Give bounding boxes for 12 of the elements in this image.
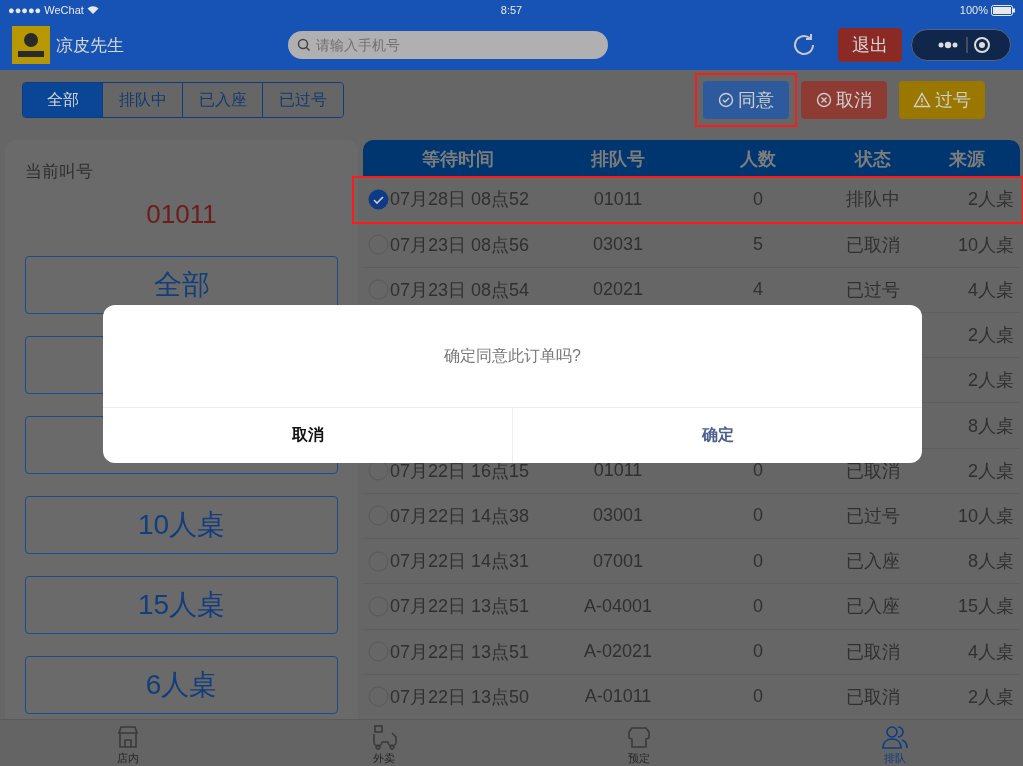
column-header: 人数 [739, 147, 777, 171]
clock-text: 8:57 [500, 4, 523, 16]
app-title: 凉皮先生 [56, 34, 125, 57]
current-call-number: 01011 [145, 199, 218, 230]
dialog-message: 确定同意此订单吗? [444, 345, 581, 366]
current-call-label: 当前叫号 [25, 161, 94, 183]
column-header: 等待时间 [421, 147, 495, 171]
column-header: 来源 [947, 147, 986, 171]
column-header: 排队号 [590, 147, 646, 171]
carrier-text: ●●●●● WeChat [8, 4, 84, 16]
column-header: 状态 [853, 147, 892, 171]
battery-text: 100% [959, 4, 988, 16]
